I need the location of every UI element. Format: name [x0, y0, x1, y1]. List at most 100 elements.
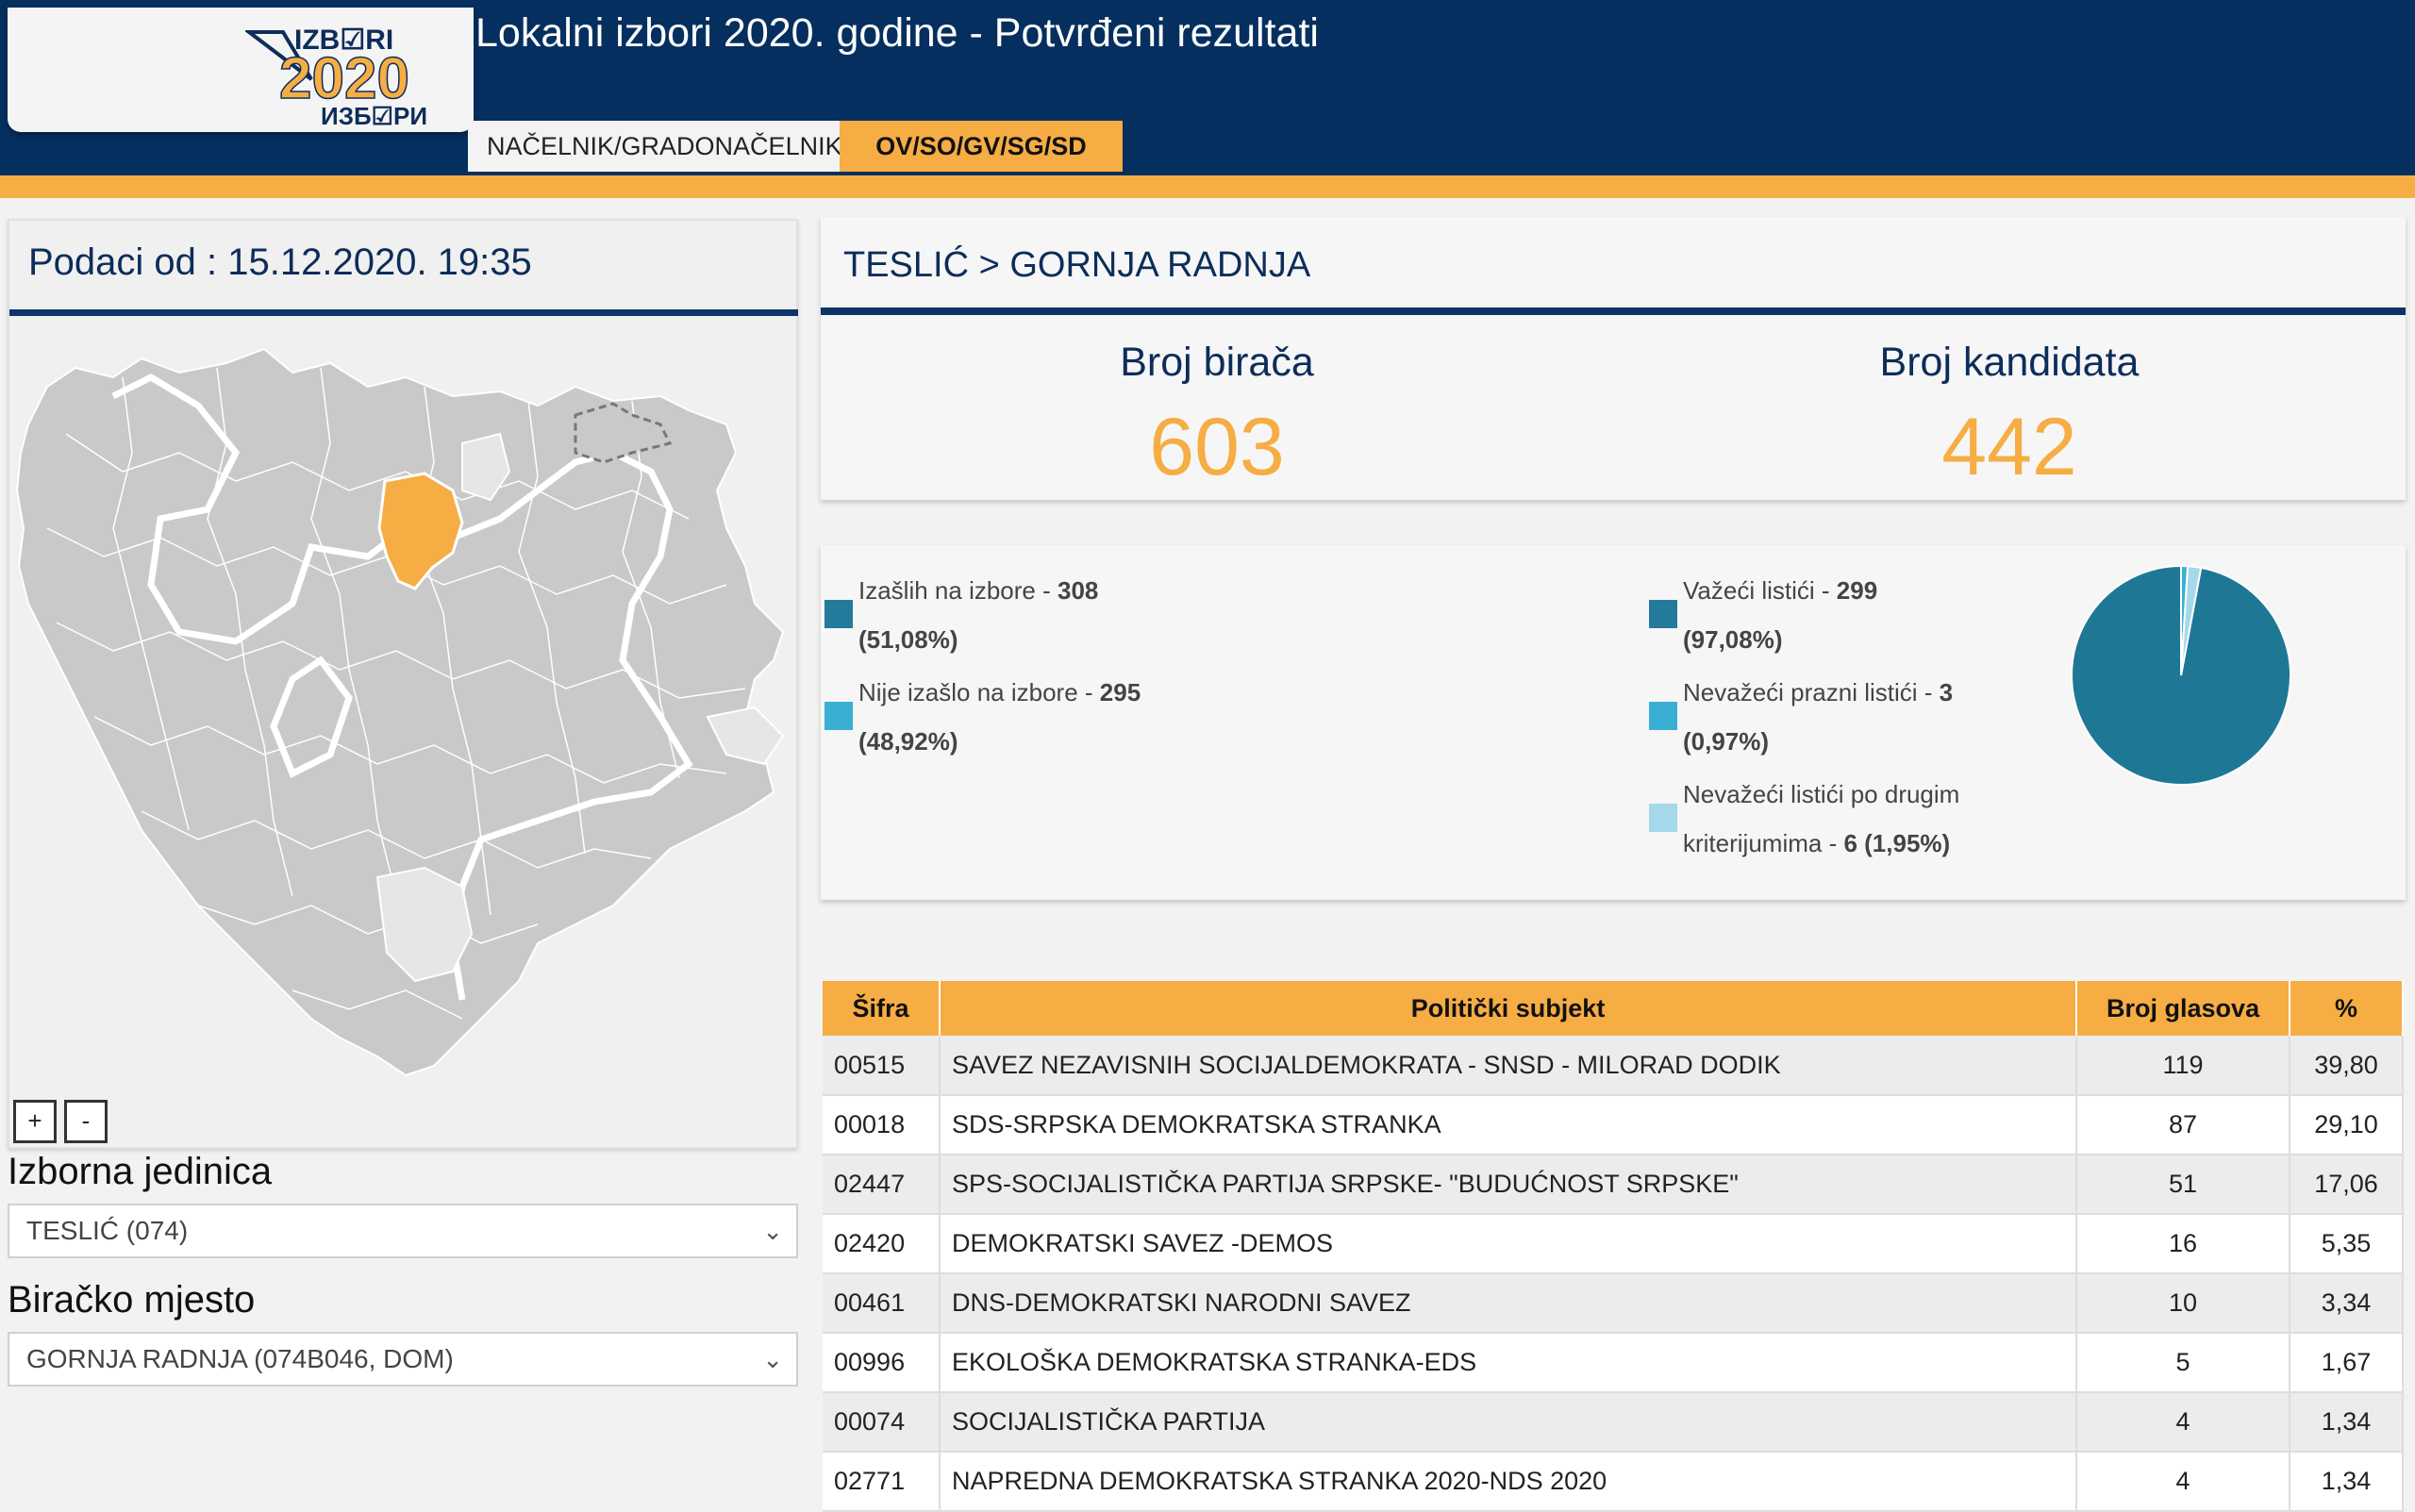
cell-pct: 1,67	[2290, 1333, 2404, 1393]
col-header-pct[interactable]: %	[2290, 981, 2404, 1036]
table-row: 00018 SDS-SRPSKA DEMOKRATSKA STRANKA 87 …	[823, 1095, 2404, 1155]
cell-code: 00515	[823, 1036, 941, 1096]
legend-voted: Izašlih na izbore - 308 (51,08%)	[858, 566, 1098, 664]
cell-subject: DEMOKRATSKI SAVEZ -DEMOS	[939, 1214, 2078, 1274]
table-row: 00515 SAVEZ NEZAVISNIH SOCIJALDEMOKRATA …	[823, 1036, 2404, 1096]
cell-votes: 51	[2076, 1155, 2290, 1215]
legend-voted-label: Izašlih na izbore -	[858, 576, 1058, 605]
legend-swatch-valid	[1649, 600, 1677, 628]
legend-empty-value: 3	[1939, 678, 1954, 706]
logo-text-bottom: ИЗБ☑РИ	[321, 102, 427, 130]
cell-pct: 1,34	[2290, 1392, 2404, 1453]
legend-valid-pct: (97,08%)	[1683, 625, 1783, 654]
tab-ov-so-gv[interactable]: OV/SO/GV/SG/SD	[840, 121, 1123, 172]
cell-subject: DNS-DEMOKRATSKI NARODNI SAVEZ	[939, 1273, 2078, 1334]
legend-empty-pct: (0,97%)	[1683, 727, 1770, 756]
map-panel: Podaci od : 15.12.2020. 19:35 + -	[8, 219, 798, 1149]
legend-swatch-other	[1649, 804, 1677, 832]
legend-not-voted-label: Nije izašlo na izbore -	[858, 678, 1100, 706]
cell-code: 00018	[823, 1095, 941, 1155]
legend-swatch-voted	[824, 600, 853, 628]
unit-select-value: TESLIĆ (074)	[26, 1216, 189, 1245]
voters-value: 603	[1149, 402, 1285, 492]
chevron-down-icon: ⌄	[762, 1217, 783, 1245]
legend-voted-pct: (51,08%)	[858, 625, 958, 654]
legend-swatch-not-voted	[824, 702, 853, 730]
legend-not-voted: Nije izašlo na izbore - 295 (48,92%)	[858, 668, 1141, 766]
legend-valid-value: 299	[1836, 576, 1878, 605]
turnout-panel: Izašlih na izbore - 308 (51,08%) Nije iz…	[821, 545, 2406, 900]
legend-empty-label: Nevažeći prazni listići -	[1683, 678, 1940, 706]
cell-pct: 1,34	[2290, 1452, 2404, 1512]
candidates-value: 442	[1941, 402, 2077, 492]
cell-subject: NAPREDNA DEMOKRATSKA STRANKA 2020-NDS 20…	[939, 1452, 2078, 1512]
header-accent-bar	[0, 175, 2415, 198]
cell-pct: 3,34	[2290, 1273, 2404, 1334]
place-select-value: GORNJA RADNJA (074B046, DOM)	[26, 1344, 454, 1373]
cell-votes: 119	[2076, 1036, 2290, 1096]
cell-votes: 10	[2076, 1273, 2290, 1334]
legend-other: Nevažeći listići po drugim kriterijumima…	[1683, 770, 1959, 868]
cell-votes: 4	[2076, 1392, 2290, 1453]
cell-code: 02447	[823, 1155, 941, 1215]
cell-votes: 87	[2076, 1095, 2290, 1155]
cell-votes: 4	[2076, 1452, 2290, 1512]
cell-subject: SAVEZ NEZAVISNIH SOCIJALDEMOKRATA - SNSD…	[939, 1036, 2078, 1096]
ballots-pie-chart	[2071, 564, 2291, 786]
legend-other-value: 6 (1,95%)	[1843, 829, 1951, 857]
results-table: Šifra Politički subjekt Broj glasova % 0…	[823, 981, 2404, 1512]
page-title: Lokalni izbori 2020. godine - Potvrđeni …	[475, 10, 1319, 56]
col-header-code[interactable]: Šifra	[823, 981, 941, 1036]
table-header-row: Šifra Politički subjekt Broj glasova %	[823, 981, 2404, 1036]
zoom-out-button[interactable]: -	[64, 1100, 108, 1143]
cell-code: 00996	[823, 1333, 941, 1393]
table-row: 02771 NAPREDNA DEMOKRATSKA STRANKA 2020-…	[823, 1452, 2404, 1512]
table-row: 00074 SOCIJALISTIČKA PARTIJA 4 1,34	[823, 1392, 2404, 1453]
cell-subject: SPS-SOCIJALISTIČKA PARTIJA SRPSKE- "BUDU…	[939, 1155, 2078, 1215]
data-timestamp: Podaci od : 15.12.2020. 19:35	[28, 241, 532, 283]
top-header: IZB☑RI 2020 ИЗБ☑РИ Lokalni izbori 2020. …	[0, 0, 2415, 175]
legend-other-label-2: kriterijumima -	[1683, 829, 1844, 857]
col-header-subject[interactable]: Politički subjekt	[939, 981, 2078, 1036]
candidates-label: Broj kandidata	[1879, 340, 2140, 385]
legend-not-voted-pct: (48,92%)	[858, 727, 958, 756]
cell-code: 02420	[823, 1214, 941, 1274]
cell-subject: SDS-SRPSKA DEMOKRATSKA STRANKA	[939, 1095, 2078, 1155]
cell-subject: SOCIJALISTIČKA PARTIJA	[939, 1392, 2078, 1453]
cell-pct: 29,10	[2290, 1095, 2404, 1155]
divider	[9, 309, 798, 316]
cell-pct: 39,80	[2290, 1036, 2404, 1096]
table-row: 00461 DNS-DEMOKRATSKI NARODNI SAVEZ 10 3…	[823, 1273, 2404, 1334]
zoom-in-button[interactable]: +	[13, 1100, 57, 1143]
cell-code: 00461	[823, 1273, 941, 1334]
col-header-votes[interactable]: Broj glasova	[2076, 981, 2290, 1036]
legend-not-voted-value: 295	[1099, 678, 1141, 706]
unit-label: Izborna jedinica	[8, 1151, 273, 1192]
cell-subject: EKOLOŠKA DEMOKRATSKA STRANKA-EDS	[939, 1333, 2078, 1393]
table-row: 02447 SPS-SOCIJALISTIČKA PARTIJA SRPSKE-…	[823, 1155, 2404, 1215]
cell-code: 00074	[823, 1392, 941, 1453]
logo-card[interactable]: IZB☑RI 2020 ИЗБ☑РИ	[8, 8, 474, 132]
bih-municipality-map[interactable]	[9, 321, 798, 1113]
tab-nacelnik[interactable]: NAČELNIK/GRADONAČELNIK	[468, 121, 842, 172]
cell-pct: 17,06	[2290, 1155, 2404, 1215]
legend-empty: Nevažeći prazni listići - 3 (0,97%)	[1683, 668, 1953, 766]
izbori-2020-logo: IZB☑RI 2020 ИЗБ☑РИ	[245, 25, 427, 130]
divider	[821, 307, 2406, 315]
legend-valid-label: Važeći listići -	[1683, 576, 1837, 605]
location-panel: TESLIĆ > GORNJA RADNJA Broj birača 603 B…	[821, 217, 2406, 500]
unit-select[interactable]: TESLIĆ (074) ⌄	[8, 1204, 798, 1258]
table-row: 02420 DEMOKRATSKI SAVEZ -DEMOS 16 5,35	[823, 1214, 2404, 1274]
legend-voted-value: 308	[1057, 576, 1099, 605]
election-tabs: NAČELNIK/GRADONAČELNIK OV/SO/GV/SG/SD	[468, 121, 1123, 172]
place-select[interactable]: GORNJA RADNJA (074B046, DOM) ⌄	[8, 1332, 798, 1387]
legend-valid: Važeći listići - 299 (97,08%)	[1683, 566, 1877, 664]
place-label: Biračko mjesto	[8, 1279, 256, 1321]
chevron-down-icon: ⌄	[762, 1345, 783, 1373]
table-row: 00996 EKOLOŠKA DEMOKRATSKA STRANKA-EDS 5…	[823, 1333, 2404, 1393]
legend-swatch-empty	[1649, 702, 1677, 730]
breadcrumb: TESLIĆ > GORNJA RADNJA	[843, 245, 1311, 285]
legend-other-label-1: Nevažeći listići po drugim	[1683, 780, 1960, 808]
cell-votes: 5	[2076, 1333, 2290, 1393]
cell-votes: 16	[2076, 1214, 2290, 1274]
